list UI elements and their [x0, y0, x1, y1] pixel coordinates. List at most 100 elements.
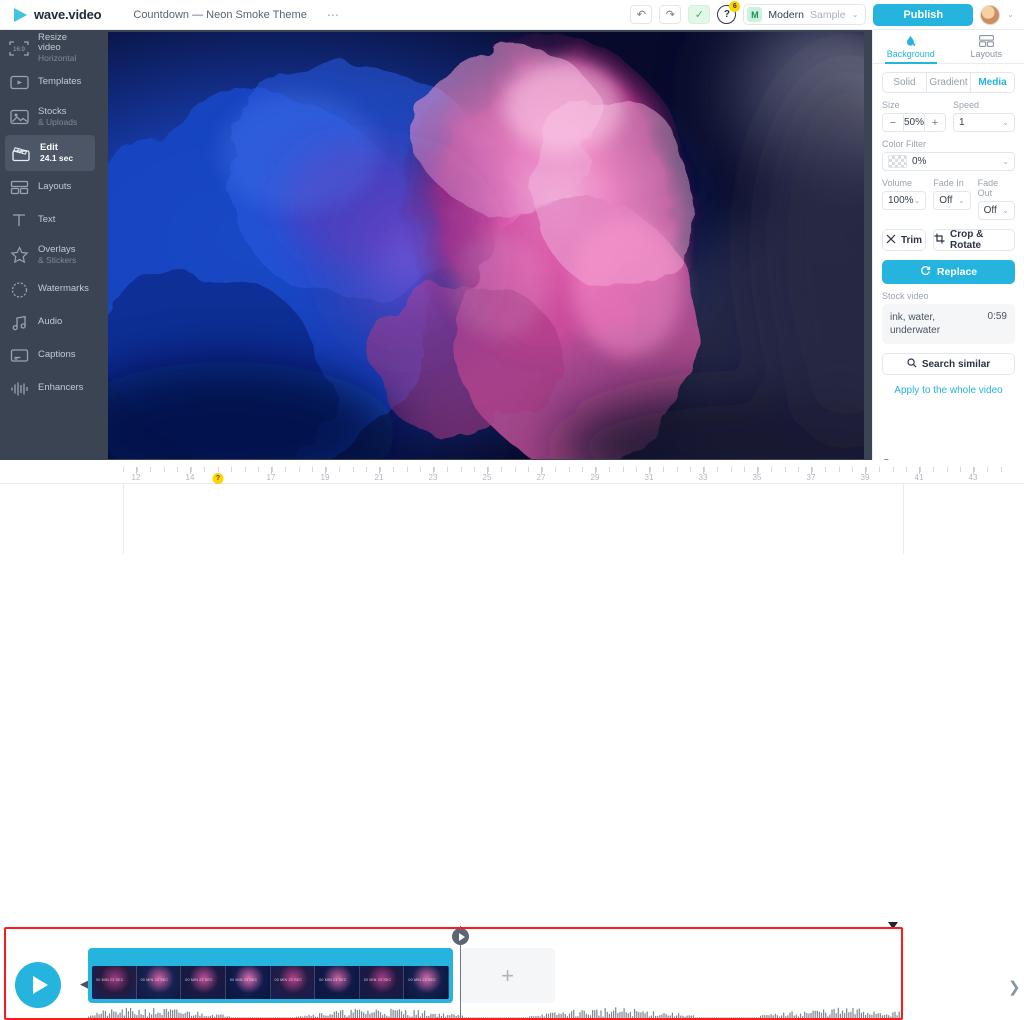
- sidebar-item-stocks-uploads[interactable]: Stocks & Uploads: [0, 99, 100, 135]
- waveform-bar: [600, 1010, 601, 1018]
- waveform-bar: [764, 1015, 765, 1018]
- fill-mode-solid[interactable]: Solid: [883, 73, 927, 92]
- volume-chevron-down-icon: ⌄: [914, 196, 921, 205]
- search-similar-label: Search similar: [922, 359, 990, 370]
- waveform-bar: [138, 1010, 139, 1018]
- stock-video-label: Stock video: [882, 291, 1015, 301]
- clip-trim-handle-left[interactable]: ◀: [80, 976, 88, 992]
- search-similar-button[interactable]: Search similar: [882, 353, 1015, 375]
- fade-in-select[interactable]: Off ⌄: [933, 191, 970, 210]
- color-filter-value: 0%: [912, 156, 926, 167]
- waveform-bar: [718, 1017, 719, 1018]
- sidebar-item-templates[interactable]: Templates: [0, 66, 100, 99]
- waveform-bar: [834, 1009, 835, 1018]
- waveform-bar: [149, 1013, 150, 1018]
- waveform-bar: [544, 1017, 545, 1019]
- speed-select[interactable]: 1 ⌄: [953, 113, 1015, 132]
- sidebar-item-layouts[interactable]: Layouts: [0, 171, 100, 204]
- waveform-bar: [592, 1010, 593, 1018]
- trim-button[interactable]: Trim: [882, 229, 926, 251]
- timeline-question-marker[interactable]: ?: [213, 473, 224, 484]
- help-icon[interactable]: ? 6: [717, 5, 736, 24]
- audio-waveform-track[interactable]: [88, 1006, 900, 1018]
- background-panel-body: Solid Gradient Media Size − 50% + Speed …: [873, 64, 1024, 404]
- fade-out-select[interactable]: Off ⌄: [978, 201, 1015, 220]
- sidebar-item-edit[interactable]: Edit 24.1 sec: [5, 135, 95, 171]
- end-marker-icon[interactable]: [888, 922, 898, 929]
- size-decrease-button[interactable]: −: [883, 114, 903, 131]
- ruler-tick: [353, 467, 354, 472]
- sidebar-label-audio: Audio: [38, 317, 62, 328]
- track-divider-right: [903, 484, 904, 554]
- waveform-bar: [899, 1012, 900, 1018]
- user-avatar[interactable]: [980, 5, 1000, 25]
- crop-rotate-button[interactable]: Crop & Rotate: [933, 229, 1015, 251]
- waveform-bar: [395, 1010, 396, 1018]
- waveform-bar: [277, 1017, 278, 1018]
- waveform-bar: [632, 1016, 633, 1018]
- size-value[interactable]: 50%: [903, 114, 925, 131]
- project-more-menu-icon[interactable]: ⋯: [327, 11, 340, 19]
- avatar-chevron-down-icon[interactable]: ⌄: [1007, 10, 1014, 19]
- stock-video-item[interactable]: ink, water, underwater 0:59: [882, 304, 1015, 344]
- fill-mode-media[interactable]: Media: [971, 73, 1014, 92]
- timeline-ruler[interactable]: 12141719212325272931333537394143?: [0, 467, 1024, 484]
- waveform-bar: [348, 1015, 349, 1018]
- waveform-bar: [666, 1014, 667, 1018]
- sidebar-item-audio[interactable]: Audio: [0, 306, 100, 339]
- waveform-bar: [474, 1017, 475, 1018]
- sidebar-label-stocks: Stocks: [38, 107, 77, 118]
- tab-layouts[interactable]: Layouts: [949, 30, 1024, 63]
- apply-to-whole-video-link[interactable]: Apply to the whole video: [882, 385, 1015, 396]
- waveform-bar: [743, 1017, 744, 1018]
- video-canvas[interactable]: [108, 32, 864, 459]
- waveform-bar: [619, 1012, 620, 1018]
- waveform-bar: [890, 1017, 891, 1019]
- play-button[interactable]: [15, 962, 61, 1008]
- replace-button[interactable]: Replace: [882, 260, 1015, 284]
- waveform-bar: [611, 1012, 612, 1018]
- publish-button[interactable]: Publish: [873, 4, 973, 26]
- waveform-bar: [380, 1012, 381, 1018]
- undo-button[interactable]: ↶: [630, 5, 652, 24]
- volume-select[interactable]: 100% ⌄: [882, 191, 926, 210]
- playhead-handle[interactable]: [452, 928, 469, 945]
- waveform-bar: [661, 1014, 662, 1018]
- redo-button[interactable]: ↷: [659, 5, 681, 24]
- timeline-scroll-right[interactable]: ❯: [1008, 978, 1015, 1004]
- sidebar-item-enhancers[interactable]: Enhancers: [0, 372, 100, 405]
- ruler-tick: [150, 467, 151, 472]
- tab-background[interactable]: Background: [873, 30, 949, 63]
- ruler-tick: [1001, 467, 1002, 472]
- waveform-bar: [231, 1017, 232, 1018]
- waveform-bar: [878, 1013, 879, 1018]
- waveform-bar: [134, 1014, 135, 1018]
- sidebar-item-resize-video[interactable]: 16:9 Resize video Horizontal: [0, 30, 100, 66]
- ruler-tick: [690, 467, 691, 472]
- size-increase-button[interactable]: +: [925, 114, 945, 131]
- sidebar-item-overlays-stickers[interactable]: Overlays & Stickers: [0, 237, 100, 273]
- add-clip-button[interactable]: +: [460, 948, 555, 1003]
- waveform-bar: [537, 1016, 538, 1018]
- color-filter-select[interactable]: 0% ⌄: [882, 152, 1015, 171]
- waveform-bar: [655, 1016, 656, 1018]
- waveform-bar: [330, 1014, 331, 1018]
- waveform-bar: [416, 1015, 417, 1018]
- sidebar-item-text[interactable]: Text: [0, 204, 100, 237]
- waveform-bar: [353, 1013, 354, 1018]
- sidebar-item-captions[interactable]: Captions: [0, 339, 100, 372]
- waveform-bar: [332, 1015, 333, 1018]
- project-title[interactable]: Countdown — Neon Smoke Theme: [133, 9, 306, 21]
- fill-mode-gradient[interactable]: Gradient: [927, 73, 971, 92]
- sidebar-item-watermarks[interactable]: Watermarks: [0, 273, 100, 306]
- waveform-bar: [369, 1014, 370, 1018]
- waveform-bar: [180, 1013, 181, 1018]
- waveform-bar: [359, 1010, 360, 1018]
- ruler-tick-label-41: 41: [915, 473, 924, 482]
- saved-check-button[interactable]: ✓: [688, 5, 710, 24]
- smoke-video-frame: [108, 32, 864, 459]
- theme-selector[interactable]: M Modern Sample ⌄: [743, 4, 866, 25]
- waveform-bar: [147, 1017, 148, 1018]
- brand-logo[interactable]: wave.video: [0, 7, 101, 22]
- fade-out-value: Off: [984, 205, 997, 216]
